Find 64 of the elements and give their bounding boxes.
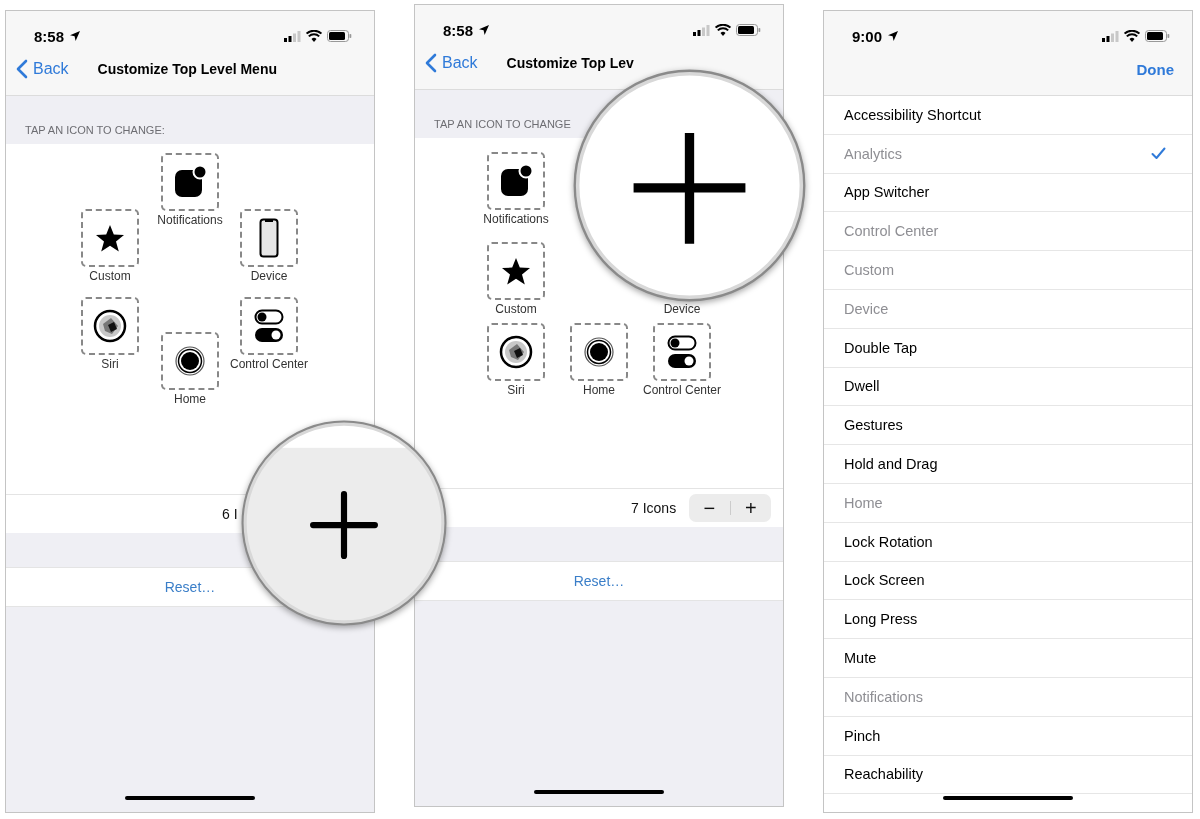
icon-tile[interactable] bbox=[570, 323, 628, 381]
star-icon bbox=[95, 223, 125, 253]
clock-time: 8:58 bbox=[34, 27, 65, 45]
battery-icon bbox=[327, 30, 352, 42]
notification-icon bbox=[173, 165, 207, 199]
icon-tile[interactable] bbox=[487, 152, 545, 210]
icon-tile[interactable] bbox=[161, 153, 219, 211]
section-header: TAP AN ICON TO CHANGE: bbox=[25, 124, 165, 136]
increment-button[interactable]: + bbox=[730, 494, 771, 522]
signal-icon bbox=[693, 24, 710, 36]
wifi-icon bbox=[1124, 30, 1140, 42]
icon-label: Control Center bbox=[229, 357, 309, 372]
clock-time: 8:58 bbox=[443, 21, 474, 39]
location-arrow-icon bbox=[888, 31, 899, 41]
orb-icon bbox=[499, 335, 533, 369]
icon-label: Device bbox=[249, 269, 289, 284]
icon-tile[interactable] bbox=[161, 332, 219, 390]
phone-icon bbox=[259, 218, 279, 258]
icon-tile[interactable] bbox=[240, 297, 298, 355]
icon-tile[interactable] bbox=[653, 323, 711, 381]
orb-icon bbox=[93, 309, 127, 343]
clock-time: 9:00 bbox=[852, 27, 883, 45]
battery-icon bbox=[736, 24, 761, 36]
section-header: TAP AN ICON TO CHANGE bbox=[434, 118, 571, 130]
decrement-button[interactable]: − bbox=[689, 494, 730, 522]
icon-tile[interactable] bbox=[81, 297, 139, 355]
concentric-circle-icon bbox=[175, 346, 205, 376]
icon-label: Siri bbox=[506, 383, 526, 398]
toggles-icon bbox=[254, 309, 284, 343]
notification-icon bbox=[499, 164, 533, 198]
signal-icon bbox=[1102, 30, 1119, 42]
icon-label: Home bbox=[173, 392, 207, 407]
screen-title: Customize Top Level Menu bbox=[97, 61, 277, 77]
icon-label: Control Center bbox=[642, 383, 722, 398]
toggles-icon bbox=[667, 335, 697, 369]
icon-label: Custom bbox=[494, 302, 538, 317]
wifi-icon bbox=[306, 30, 322, 42]
back-button[interactable]: Back bbox=[425, 53, 478, 73]
icon-tile[interactable] bbox=[487, 323, 545, 381]
icon-label: Device bbox=[662, 302, 702, 317]
done-button[interactable]: Done bbox=[1136, 60, 1174, 78]
reset-link[interactable]: Reset… bbox=[164, 579, 216, 595]
reset-link[interactable]: Reset… bbox=[573, 573, 625, 589]
icon-label: Siri bbox=[100, 357, 120, 372]
chevron-left-icon bbox=[16, 59, 28, 79]
location-arrow-icon bbox=[479, 25, 490, 35]
icon-label: Notifications bbox=[156, 213, 224, 228]
icon-label: Notifications bbox=[482, 212, 550, 227]
star-icon bbox=[501, 256, 531, 286]
battery-icon bbox=[1145, 30, 1170, 42]
icon-tile[interactable] bbox=[487, 242, 545, 300]
icon-tile[interactable] bbox=[240, 209, 298, 267]
icon-label: Custom bbox=[88, 269, 132, 284]
chevron-left-icon bbox=[425, 53, 437, 73]
concentric-circle-icon bbox=[584, 337, 614, 367]
icon-label: Home bbox=[582, 383, 616, 398]
icon-tile[interactable] bbox=[81, 209, 139, 267]
icon-count: 6 I bbox=[222, 506, 239, 522]
location-arrow-icon bbox=[70, 31, 81, 41]
wifi-icon bbox=[715, 24, 731, 36]
screen-title: Customize Top Lev bbox=[506, 55, 634, 71]
back-button[interactable]: Back bbox=[16, 59, 69, 79]
signal-icon bbox=[284, 30, 301, 42]
icon-count: 7 Icons bbox=[631, 500, 678, 516]
